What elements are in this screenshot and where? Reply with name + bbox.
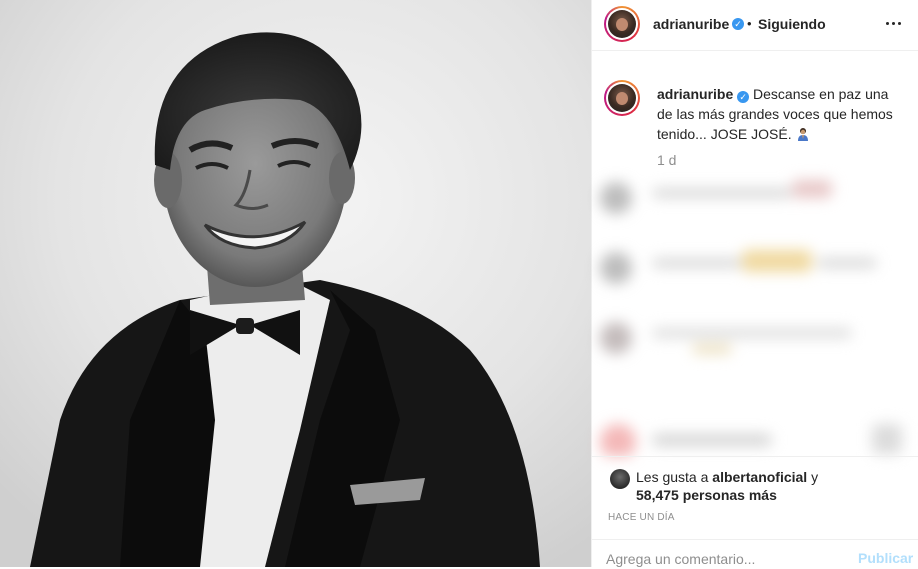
praying-person-emoji-icon xyxy=(797,128,808,141)
follow-separator: • xyxy=(747,16,752,31)
likes-section: Les gusta a albertanoficial y 58,475 per… xyxy=(592,456,918,568)
caption-timestamp: 1 d xyxy=(657,152,677,168)
liker-username[interactable]: albertanoficial xyxy=(712,469,807,485)
author-username[interactable]: adrianuribe xyxy=(653,16,729,32)
comment-bar: Publicar xyxy=(592,539,918,569)
comments-list-blurred xyxy=(592,172,918,456)
post-date[interactable]: HACE UN DÍA xyxy=(608,512,675,523)
post-caption: adrianuribe ✓ Descanse en paz una de las… xyxy=(657,84,897,144)
likes-prefix: Les gusta a xyxy=(636,469,709,485)
portrait-illustration xyxy=(0,0,591,567)
likes-conjunction: y xyxy=(811,469,819,485)
following-button[interactable]: Siguiendo xyxy=(758,16,826,32)
author-avatar[interactable] xyxy=(604,6,640,42)
comment-input[interactable] xyxy=(606,550,826,568)
post-sidebar: adrianuribe ✓ • Siguiendo adrianuribe ✓ … xyxy=(591,0,918,568)
post-header: adrianuribe ✓ • Siguiendo xyxy=(592,0,918,51)
more-options-icon[interactable] xyxy=(884,14,904,34)
likes-summary: Les gusta a albertanoficial y xyxy=(636,469,818,485)
post-photo[interactable] xyxy=(0,0,591,567)
verified-badge-icon: ✓ xyxy=(732,18,744,30)
caption-author-username[interactable]: adrianuribe xyxy=(657,86,733,102)
likes-count[interactable]: 58,475 personas más xyxy=(636,487,777,503)
publish-button[interactable]: Publicar xyxy=(858,550,913,566)
liker-avatar[interactable] xyxy=(610,469,630,489)
caption-verified-badge-icon: ✓ xyxy=(737,91,750,103)
caption-author-avatar[interactable] xyxy=(604,80,640,116)
